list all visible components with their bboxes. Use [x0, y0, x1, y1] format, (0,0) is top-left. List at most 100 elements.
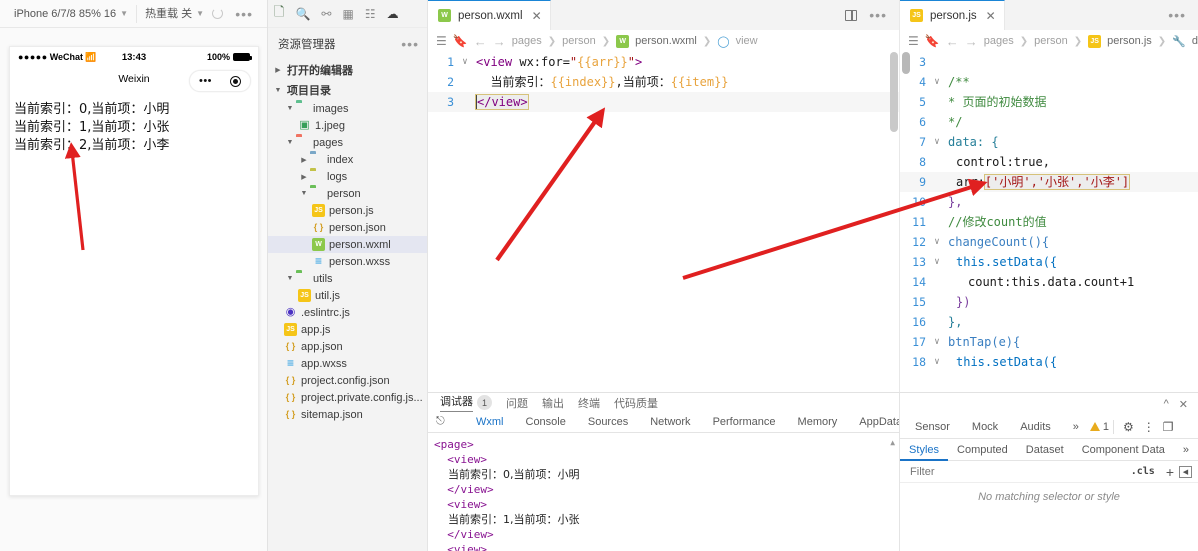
tab-wxml[interactable]: Wxml — [465, 412, 515, 432]
wechat-capsule-buttons[interactable]: ••• — [189, 70, 251, 92]
tree-item-pages[interactable]: pages — [268, 134, 427, 151]
tab-network[interactable]: Network — [639, 412, 701, 432]
breadcrumb-symbol[interactable]: view — [736, 35, 758, 47]
tree-item-project-private-config[interactable]: { } project.private.config.js... — [268, 389, 427, 406]
tabs-overflow-icon[interactable]: » — [1062, 415, 1090, 438]
tree-item-util-js[interactable]: JS util.js — [268, 287, 427, 304]
panel-tab-debugger[interactable]: 调试器 — [440, 393, 473, 412]
layout-icon[interactable]: ☷ — [365, 7, 376, 21]
wxml-node[interactable]: <view> — [434, 542, 899, 551]
tree-item-1jpeg[interactable]: ▣ 1.jpeg — [268, 117, 427, 134]
fold-chevron-icon[interactable]: ∨ — [930, 332, 944, 352]
breadcrumb-person[interactable]: person — [562, 35, 596, 47]
tab-memory[interactable]: Memory — [787, 412, 849, 432]
fold-chevron-icon[interactable]: ∨ — [930, 132, 944, 152]
breadcrumb-file[interactable]: person.js — [1107, 35, 1152, 47]
wxml-text-node[interactable]: 当前索引：0,当前项：小明 — [434, 467, 899, 482]
bookmark-icon[interactable]: 🔖 — [453, 34, 468, 48]
tree-item-sitemap-json[interactable]: { } sitemap.json — [268, 406, 427, 423]
bookmark-icon[interactable]: 🔖 — [925, 34, 940, 48]
section-open-editors[interactable]: 打开的编辑器 — [268, 60, 427, 80]
nav-back-icon[interactable]: ← — [474, 34, 487, 49]
hotreload-select[interactable]: 热重载 关 ▼ — [137, 0, 212, 28]
fold-chevron-icon[interactable]: ∨ — [930, 72, 944, 92]
breadcrumb-file[interactable]: person.wxml — [635, 35, 697, 47]
tree-item-utils[interactable]: utils — [268, 270, 427, 287]
wxml-node[interactable]: </view> — [434, 482, 899, 497]
tree-item-person-folder[interactable]: person — [268, 185, 427, 202]
extensions-icon[interactable]: ▦ — [342, 7, 353, 21]
warning-indicator[interactable]: 1 — [1089, 421, 1109, 433]
scroll-up-arrow-icon[interactable]: ▲ — [890, 435, 895, 450]
nav-forward-icon[interactable]: → — [965, 34, 978, 49]
panel-tab-output[interactable]: 输出 — [542, 395, 564, 411]
breadcrumb-person[interactable]: person — [1034, 35, 1068, 47]
wxml-node[interactable]: <page> — [434, 437, 899, 452]
tab-sources[interactable]: Sources — [577, 412, 639, 432]
tab-mock[interactable]: Mock — [961, 415, 1009, 438]
wxml-node[interactable]: <view> — [434, 452, 899, 467]
fold-chevron-icon[interactable]: ∨ — [930, 232, 944, 252]
files-icon[interactable]: 🗋 — [274, 3, 284, 25]
more-icon[interactable]: ••• — [235, 7, 253, 21]
source-control-icon[interactable]: ⚯ — [321, 7, 331, 21]
close-icon[interactable]: ✕ — [1179, 398, 1188, 411]
tab-computed[interactable]: Computed — [948, 439, 1017, 461]
more-icon[interactable]: ••• — [401, 37, 419, 51]
fold-chevron-icon[interactable]: ∨ — [930, 352, 944, 372]
close-icon[interactable]: ✕ — [532, 9, 542, 23]
section-project-root[interactable]: 项目目录 — [268, 80, 427, 100]
editor-minimap-thumb[interactable] — [902, 52, 910, 74]
breadcrumb-symbol[interactable]: data — [1192, 35, 1198, 47]
gear-icon[interactable]: ⚙ — [1118, 420, 1139, 434]
plus-icon[interactable]: + — [1161, 464, 1179, 480]
styles-overflow-icon[interactable]: » — [1174, 439, 1198, 461]
code-editor-wxml[interactable]: 1 ∨ <view wx:for="{{arr}}"> 2 当前索引：{{ind… — [428, 52, 899, 392]
tab-performance[interactable]: Performance — [702, 412, 787, 432]
tree-item-project-config[interactable]: { } project.config.json — [268, 372, 427, 389]
chevron-up-icon[interactable]: ^ — [1164, 398, 1169, 410]
wxml-node[interactable]: </view> — [434, 527, 899, 542]
close-icon[interactable]: ✕ — [986, 9, 996, 23]
tree-item-app-js[interactable]: JS app.js — [268, 321, 427, 338]
tree-item-person-js[interactable]: JS person.js — [268, 202, 427, 219]
more-icon[interactable]: ••• — [1168, 8, 1186, 22]
breadcrumb-pages[interactable]: pages — [984, 35, 1014, 47]
tree-item-app-json[interactable]: { } app.json — [268, 338, 427, 355]
wxml-node[interactable]: <view> — [434, 497, 899, 512]
device-select[interactable]: iPhone 6/7/8 85% 16 ▼ — [6, 0, 136, 28]
editor-scrollbar-thumb[interactable] — [890, 52, 898, 132]
refresh-icon[interactable] — [212, 8, 224, 19]
cloud-icon[interactable]: ☁ — [387, 7, 399, 21]
tree-item-app-wxss[interactable]: ≡ app.wxss — [268, 355, 427, 372]
tree-item-eslintrc[interactable]: ◉ .eslintrc.js — [268, 304, 427, 321]
capsule-menu-icon[interactable]: ••• — [199, 75, 212, 87]
dock-panel-icon[interactable]: ❐ — [1159, 420, 1178, 434]
tree-item-person-wxml[interactable]: W person.wxml — [268, 236, 427, 253]
outline-icon[interactable]: ☰ — [436, 34, 447, 48]
tab-styles[interactable]: Styles — [900, 439, 949, 461]
fold-chevron-icon[interactable]: ∨ — [458, 52, 472, 72]
tree-item-images[interactable]: images — [268, 100, 427, 117]
panel-tab-terminal[interactable]: 终端 — [578, 395, 600, 411]
tab-sensor[interactable]: Sensor — [904, 415, 961, 438]
nav-back-icon[interactable]: ← — [946, 34, 959, 49]
outline-icon[interactable]: ☰ — [908, 34, 919, 48]
tab-component-data[interactable]: Component Data — [1073, 439, 1174, 461]
tree-item-person-wxss[interactable]: ≡ person.wxss — [268, 253, 427, 270]
capsule-close-icon[interactable] — [230, 75, 242, 87]
tab-audits[interactable]: Audits — [1009, 415, 1062, 438]
tree-item-logs[interactable]: logs — [268, 168, 427, 185]
toggle-sidebar-icon[interactable]: ◀ — [1179, 465, 1192, 478]
tab-person-js[interactable]: JS person.js ✕ — [900, 0, 1005, 30]
tree-item-index[interactable]: index — [268, 151, 427, 168]
cls-button[interactable]: .cls — [1125, 466, 1161, 477]
tab-person-wxml[interactable]: W person.wxml ✕ — [428, 0, 551, 30]
more-icon[interactable]: ••• — [869, 8, 887, 22]
nav-forward-icon[interactable]: → — [493, 34, 506, 49]
code-editor-js[interactable]: 3 4 ∨ /** 5 * 页面的初始数据 6 */ 7 ∨ data: {8… — [900, 52, 1198, 392]
filter-input[interactable] — [908, 464, 1125, 479]
tree-item-person-json[interactable]: { } person.json — [268, 219, 427, 236]
tab-appdata[interactable]: AppData — [848, 412, 899, 432]
wxml-tree-view[interactable]: <page> <view> 当前索引：0,当前项：小明 </view> <vie… — [428, 433, 899, 551]
